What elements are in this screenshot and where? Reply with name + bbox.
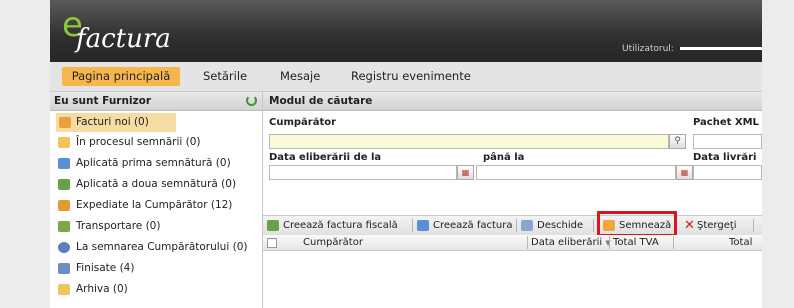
main-panel: Modul de căutare Cumpărător Pachet XML ⚲…	[263, 92, 762, 308]
sidebar-item-label: În procesul semnării (0)	[76, 136, 201, 148]
date-from-label: Data eliberării de la	[269, 152, 382, 163]
fiscal-invoice-icon	[267, 220, 279, 231]
main-menu: Pagina principală Setările Mesaje Regist…	[50, 62, 762, 92]
create-fiscal-invoice-label: Creează factura fiscală	[283, 220, 398, 231]
sidebar-item-sent-to-buyer[interactable]: Expediate la Cumpărător (12)	[50, 195, 262, 216]
invoice-icon	[59, 117, 71, 128]
folder-icon	[58, 137, 70, 148]
toolbar-separator	[412, 219, 413, 232]
sidebar-item-second-signature[interactable]: Aplicată a doua semnătură (0)	[50, 174, 262, 195]
sidebar-item-first-signature[interactable]: Aplicată prima semnătură (0)	[50, 153, 262, 174]
column-total[interactable]: Total	[729, 235, 752, 250]
date-to-calendar-button[interactable]: ▦	[676, 165, 693, 180]
sidebar-item-label: Arhiva (0)	[76, 283, 128, 295]
open-doc-icon	[521, 220, 533, 231]
delivery-date-input[interactable]	[693, 165, 762, 180]
menu-event-log[interactable]: Registru evenimente	[351, 67, 471, 86]
search-module-header: Modul de căutare	[263, 92, 762, 111]
sidebar-item-archive[interactable]: Arhiva (0)	[50, 279, 262, 300]
open-button[interactable]: Deschide	[521, 218, 583, 233]
sign-button-highlight	[597, 211, 677, 237]
select-all-checkbox[interactable]	[267, 238, 277, 248]
sidebar-item-label: Finisate (4)	[76, 262, 135, 274]
send-icon	[58, 200, 70, 211]
sidebar-item-in-signing[interactable]: În procesul semnării (0)	[50, 132, 262, 153]
buyer-lookup-button[interactable]: ⚲	[669, 134, 686, 149]
date-to-label: până la	[483, 152, 525, 163]
column-buyer[interactable]: Cumpărător	[303, 235, 363, 250]
user-name-redacted	[680, 47, 762, 50]
menu-messages[interactable]: Mesaje	[280, 67, 320, 86]
signature-doc-icon	[58, 158, 70, 169]
buyer-label: Cumpărător	[269, 117, 337, 128]
create-fiscal-invoice-button[interactable]: Creează factura fiscală	[267, 218, 398, 233]
sidebar-item-label: Expediate la Cumpărător (12)	[76, 199, 233, 211]
toolbar-separator	[753, 219, 754, 232]
user-label: Utilizatorul:	[622, 44, 674, 54]
sidebar-item-label: Aplicată prima semnătură (0)	[76, 157, 231, 169]
delete-button[interactable]: ✕ Ştergeţi	[683, 218, 737, 233]
column-separator	[527, 236, 528, 249]
folder-icon	[58, 284, 70, 295]
toolbar-separator	[593, 219, 594, 232]
column-issue-date-label: Data eliberării	[531, 237, 603, 248]
truck-icon	[58, 221, 70, 232]
open-label: Deschide	[537, 220, 584, 231]
date-to-input[interactable]	[476, 165, 676, 180]
xml-package-input[interactable]	[693, 134, 762, 149]
toolbar-separator	[516, 219, 517, 232]
column-total-vat[interactable]: Total TVA	[613, 235, 659, 250]
invoice-toolbar: Creează factura fiscală Creează factura …	[263, 211, 762, 237]
create-invoice-button[interactable]: Creează factura	[417, 218, 513, 233]
invoice-icon	[417, 220, 429, 231]
signature-doc-icon	[58, 179, 70, 190]
search-icon: ⚲	[674, 136, 681, 146]
globe-icon	[58, 242, 70, 253]
menu-settings[interactable]: Setările	[203, 67, 247, 86]
app-header: e factura Utilizatorul:	[50, 0, 762, 62]
delete-x-icon: ✕	[684, 218, 695, 233]
sidebar-item-label: La semnarea Cumpărătorului (0)	[76, 241, 248, 253]
calendar-icon: ▦	[461, 168, 470, 177]
sidebar-item-transport[interactable]: Transportare (0)	[50, 216, 262, 237]
invoice-grid-header: Cumpărător Data eliberării ▼ Total TVA T…	[263, 235, 762, 251]
supplier-sidebar: Eu sunt Furnizor Facturi noi (0) În proc…	[50, 92, 263, 308]
app-frame: e factura Utilizatorul: Pagina principal…	[50, 0, 762, 308]
refresh-icon[interactable]	[246, 95, 257, 106]
delete-label: Ştergeţi	[697, 220, 737, 231]
sidebar-item-label: Aplicată a doua semnătură (0)	[76, 178, 237, 190]
sidebar-header: Eu sunt Furnizor	[50, 92, 262, 111]
sidebar-item-buyer-signing[interactable]: La semnarea Cumpărătorului (0)	[50, 237, 262, 258]
column-separator	[609, 236, 610, 249]
search-module-title: Modul de căutare	[269, 95, 373, 107]
column-separator	[673, 236, 674, 249]
menu-home[interactable]: Pagina principală	[62, 67, 180, 86]
create-invoice-label: Creează factura	[433, 220, 513, 231]
xml-package-label: Pachet XML	[693, 117, 759, 128]
buyer-input[interactable]	[269, 134, 669, 149]
logo-text: factura	[76, 24, 171, 54]
check-doc-icon	[58, 263, 70, 274]
sidebar-title: Eu sunt Furnizor	[54, 95, 152, 107]
date-from-calendar-button[interactable]: ▦	[457, 165, 474, 180]
sidebar-item-label: Facturi noi (0)	[76, 116, 149, 128]
date-from-input[interactable]	[269, 165, 457, 180]
column-issue-date[interactable]: Data eliberării ▼	[531, 235, 611, 251]
delivery-date-label: Data livrări	[693, 152, 757, 163]
sidebar-item-label: Transportare (0)	[76, 220, 161, 232]
sidebar-item-new-invoices[interactable]: Facturi noi (0)	[56, 113, 176, 132]
sidebar-item-finished[interactable]: Finisate (4)	[50, 258, 262, 279]
calendar-icon: ▦	[680, 168, 689, 177]
